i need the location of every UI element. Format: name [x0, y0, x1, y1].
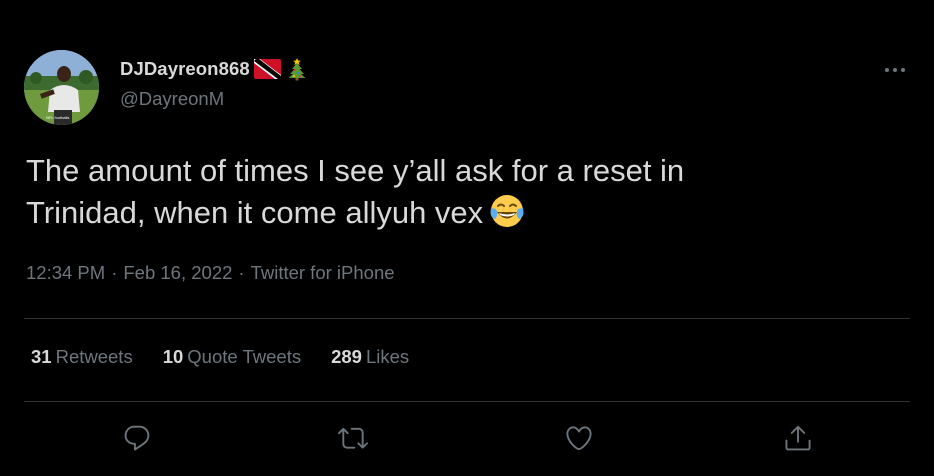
svg-text:NFL footballs: NFL footballs [46, 115, 69, 120]
divider [24, 318, 910, 319]
share-icon [785, 425, 811, 451]
tweet-text-line-2-content: Trinidad, when it come allyuh vex [26, 195, 484, 230]
like-icon [566, 426, 592, 451]
tweet-text: The amount of times I see y’all ask for … [26, 150, 876, 234]
quote-tweets-count: 10 [162, 346, 184, 367]
retweets-count: 31 [31, 346, 52, 367]
tweet-actions [0, 418, 934, 458]
tweet-source[interactable]: Twitter for iPhone [251, 262, 395, 284]
meta-separator: · [111, 262, 118, 283]
face-with-tears-of-joy-icon [489, 193, 525, 229]
christmas-tree-icon [285, 57, 309, 81]
tweet-text-line-1: The amount of times I see y’all ask for … [26, 153, 685, 188]
retweet-icon [338, 427, 368, 449]
author-handle[interactable]: @DayreonM [120, 88, 224, 110]
author-name-row[interactable]: DJDayreon868 [120, 57, 309, 81]
tweet-time[interactable]: 12:34 PM [26, 262, 105, 284]
retweets-label: Retweets [55, 346, 133, 367]
tweet-stats: 31 Retweets 10 Quote Tweets 289 Likes [31, 346, 439, 368]
retweets-stat[interactable]: 31 Retweets [31, 346, 133, 368]
likes-label: Likes [365, 346, 410, 367]
avatar[interactable]: NFL footballs [24, 50, 99, 125]
more-icon [885, 68, 905, 72]
reply-icon [124, 425, 150, 451]
retweet-button[interactable] [333, 418, 373, 458]
quote-tweets-stat[interactable]: 10 Quote Tweets [163, 346, 301, 368]
author-display-name[interactable]: DJDayreon868 [120, 58, 250, 80]
share-button[interactable] [778, 418, 818, 458]
avatar-image: NFL footballs [24, 50, 99, 125]
like-button[interactable] [559, 418, 599, 458]
tweet-date[interactable]: Feb 16, 2022 [123, 262, 232, 284]
divider [24, 401, 910, 402]
tweet-card: NFL footballs DJDayreon868 @DayreonM The… [0, 0, 934, 476]
likes-stat[interactable]: 289 Likes [331, 346, 409, 368]
tweet-text-line-2: Trinidad, when it come allyuh vex [26, 192, 876, 234]
meta-separator: · [238, 262, 245, 283]
reply-button[interactable] [117, 418, 157, 458]
tweet-meta: 12:34 PM · Feb 16, 2022 · Twitter for iP… [26, 262, 395, 284]
more-options-button[interactable] [879, 60, 911, 80]
likes-count: 289 [331, 346, 362, 367]
trinidad-tobago-flag-icon [253, 59, 281, 79]
quote-tweets-label: Quote Tweets [187, 346, 302, 367]
